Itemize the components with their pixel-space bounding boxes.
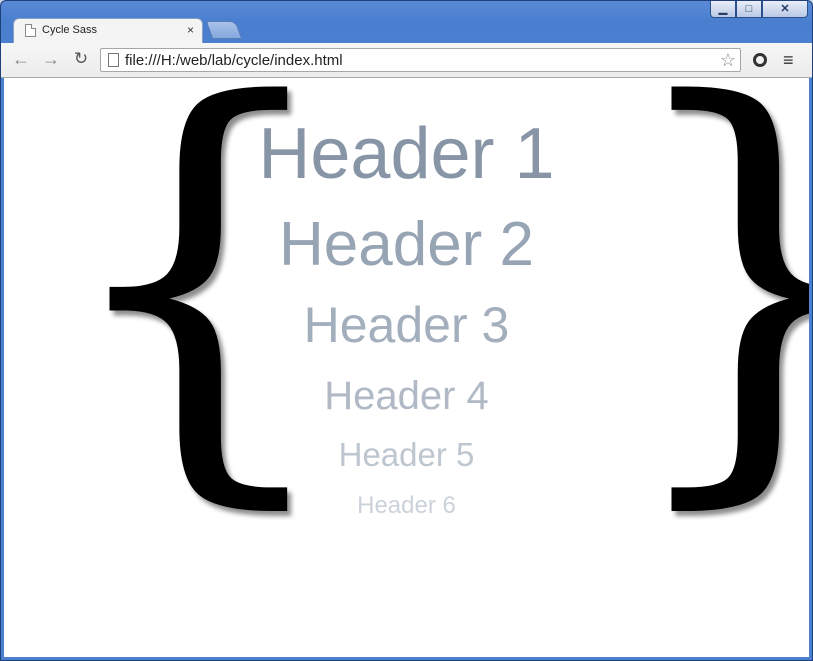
- toolbar: ← → ↻ file:///H:/web/lab/cycle/index.htm…: [1, 43, 812, 78]
- page-content: { } Header 1 Header 2 Header 3 Header 4 …: [4, 78, 809, 657]
- new-tab-button[interactable]: [205, 21, 243, 39]
- header-4: Header 4: [324, 374, 489, 418]
- tab-close-icon[interactable]: ×: [187, 23, 194, 37]
- header-5: Header 5: [338, 436, 475, 473]
- page-icon: [108, 53, 119, 67]
- page-favicon-icon: [25, 24, 36, 37]
- maximize-button[interactable]: □: [736, 1, 762, 18]
- reload-button[interactable]: ↻: [69, 48, 93, 70]
- header-6: Header 6: [357, 492, 456, 519]
- url-text[interactable]: file:///H:/web/lab/cycle/index.html: [125, 52, 343, 69]
- bookmark-star-icon[interactable]: ☆: [720, 49, 736, 71]
- back-button[interactable]: ←: [9, 48, 33, 70]
- menu-icon[interactable]: ≡: [783, 49, 794, 71]
- window-controls: ▁ □ ✕: [710, 1, 808, 21]
- tab-title: Cycle Sass: [42, 24, 98, 36]
- header-2: Header 2: [278, 210, 535, 279]
- tab-cycle-sass[interactable]: Cycle Sass ×: [13, 18, 203, 44]
- header-3: Header 3: [303, 297, 510, 353]
- close-window-button[interactable]: ✕: [762, 1, 808, 18]
- address-bar[interactable]: file:///H:/web/lab/cycle/index.html ☆: [100, 48, 741, 72]
- minimize-button[interactable]: ▁: [710, 1, 736, 18]
- forward-button[interactable]: →: [39, 48, 63, 70]
- extension-icon[interactable]: [753, 53, 767, 67]
- browser-window: ▁ □ ✕ Cycle Sass × ← → ↻ file:///H:/web/…: [0, 0, 813, 661]
- header-1: Header 1: [258, 114, 555, 194]
